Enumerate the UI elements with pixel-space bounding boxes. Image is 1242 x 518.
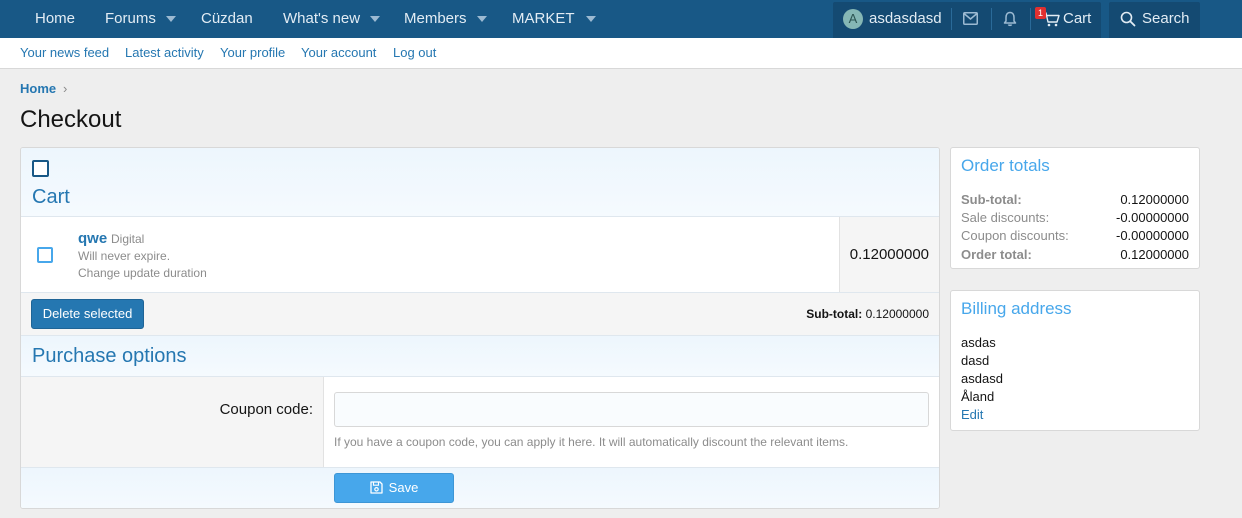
- breadcrumb-home[interactable]: Home: [20, 81, 56, 96]
- purchase-options-title: Purchase options: [32, 345, 187, 367]
- coupon-form-row: Coupon code: If you have a coupon code, …: [21, 377, 939, 467]
- cart-subtotal: Sub-total: 0.12000000: [806, 307, 929, 321]
- page-title: Checkout: [20, 106, 122, 133]
- nav-forums[interactable]: Forums: [105, 0, 156, 38]
- form-submit-row: Save: [21, 467, 939, 508]
- item-checkbox[interactable]: [37, 247, 53, 263]
- totals-order-total-value: 0.12000000: [1120, 247, 1189, 262]
- forums-dropdown-icon[interactable]: [166, 16, 176, 22]
- checkout-form: Cart qwe Digital Will never expire. Chan…: [20, 147, 940, 509]
- nav-username[interactable]: asdasdasd: [869, 0, 942, 38]
- nav-search[interactable]: Search: [1142, 0, 1190, 38]
- coupon-label-cell: Coupon code:: [21, 377, 324, 467]
- totals-subtotal-label: Sub-total:: [961, 192, 1022, 207]
- nav-divider: [1030, 8, 1031, 30]
- save-button-label: Save: [388, 480, 419, 495]
- billing-line: asdasd: [961, 371, 1003, 386]
- coupon-label: Coupon code:: [219, 401, 313, 418]
- subtotal-value: 0.12000000: [865, 307, 929, 321]
- delete-selected-button[interactable]: Delete selected: [31, 299, 144, 329]
- item-price: 0.12000000: [849, 246, 929, 263]
- cart-count-badge: 1: [1035, 7, 1046, 19]
- subnav-account[interactable]: Your account: [301, 45, 376, 60]
- nav-market[interactable]: MARKET: [512, 0, 575, 38]
- totals-coupon-discounts-value: -0.00000000: [1115, 228, 1189, 243]
- cart-header: Cart: [21, 148, 939, 217]
- subnav-latest-activity[interactable]: Latest activity: [125, 45, 204, 60]
- subtotal-label: Sub-total:: [806, 307, 863, 321]
- coupon-hint: If you have a coupon code, you can apply…: [334, 435, 849, 449]
- whats-new-dropdown-icon[interactable]: [370, 16, 380, 22]
- item-price-cell: 0.12000000: [839, 217, 939, 292]
- billing-address-block: Billing address asdas dasd asdasd Åland …: [950, 290, 1200, 431]
- totals-sale-discounts-label: Sale discounts:: [961, 210, 1050, 225]
- bell-icon[interactable]: [1003, 11, 1017, 27]
- purchase-options-header: Purchase options: [21, 336, 939, 377]
- change-duration-link[interactable]: Change update duration: [78, 266, 207, 280]
- totals-sale-discounts-value: -0.00000000: [1115, 210, 1189, 225]
- totals-coupon-discounts-label: Coupon discounts:: [961, 228, 1069, 243]
- cart-footer: Delete selected Sub-total: 0.12000000: [21, 293, 939, 336]
- search-icon[interactable]: [1120, 11, 1136, 27]
- billing-edit-link[interactable]: Edit: [961, 407, 983, 422]
- envelope-icon[interactable]: [963, 12, 978, 25]
- nav-home[interactable]: Home: [35, 0, 75, 38]
- top-navigation: Home Forums Cüzdan What's new Members MA…: [0, 0, 1242, 38]
- nav-cuzdan[interactable]: Cüzdan: [201, 0, 253, 38]
- nav-divider: [951, 8, 952, 30]
- nav-divider: [991, 8, 992, 30]
- billing-address-title: Billing address: [961, 299, 1072, 318]
- subnav-log-out[interactable]: Log out: [393, 45, 436, 60]
- cart-title: Cart: [32, 186, 70, 208]
- coupon-code-input[interactable]: [334, 392, 929, 427]
- save-button[interactable]: Save: [334, 473, 454, 503]
- subnav-news-feed[interactable]: Your news feed: [20, 45, 109, 60]
- billing-line: asdas: [961, 335, 996, 350]
- select-all-checkbox[interactable]: [32, 160, 49, 177]
- totals-subtotal-value: 0.12000000: [1120, 192, 1189, 207]
- order-totals-block: Order totals Sub-total: 0.12000000 Sale …: [950, 147, 1200, 269]
- item-expiry-text: Will never expire.: [78, 249, 171, 263]
- item-type-label: Digital: [111, 232, 145, 246]
- cart-item-row: qwe Digital Will never expire. Change up…: [21, 217, 939, 293]
- avatar[interactable]: A: [843, 9, 863, 29]
- totals-order-total-label: Order total:: [961, 247, 1032, 262]
- nav-members[interactable]: Members: [404, 0, 467, 38]
- market-dropdown-icon[interactable]: [586, 16, 596, 22]
- sub-navigation: Your news feed Latest activity Your prof…: [0, 38, 1242, 69]
- item-name-link[interactable]: qwe: [78, 230, 107, 247]
- breadcrumb-chevron-icon: ›: [63, 81, 68, 96]
- subnav-profile[interactable]: Your profile: [220, 45, 285, 60]
- nav-whats-new[interactable]: What's new: [283, 0, 360, 38]
- members-dropdown-icon[interactable]: [477, 16, 487, 22]
- billing-line: dasd: [961, 353, 990, 368]
- order-totals-title: Order totals: [961, 156, 1050, 175]
- save-icon: [370, 481, 383, 494]
- nav-cart[interactable]: Cart: [1063, 0, 1091, 38]
- billing-line: Åland: [961, 389, 995, 404]
